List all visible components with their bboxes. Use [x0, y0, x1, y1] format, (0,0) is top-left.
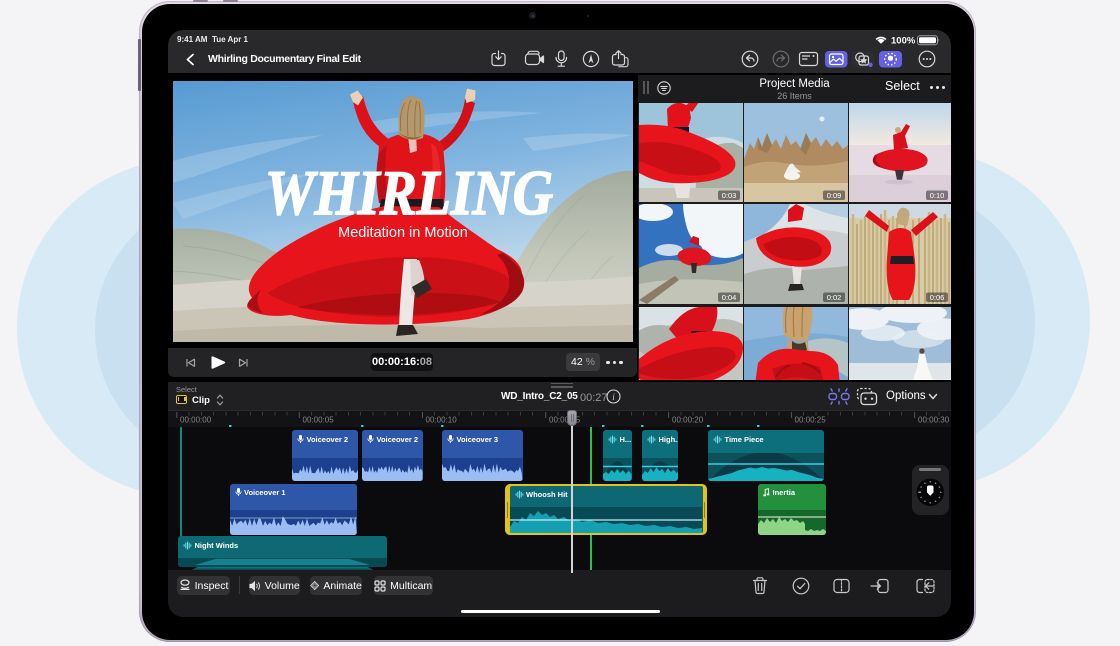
svg-text:0:03: 0:03 — [722, 191, 737, 200]
svg-text:0:09: 0:09 — [827, 191, 842, 200]
svg-text:00:00:20: 00:00:20 — [672, 416, 704, 425]
svg-text:0:04: 0:04 — [722, 293, 737, 302]
svg-text:0:10: 0:10 — [930, 191, 945, 200]
svg-text:00:00:25: 00:00:25 — [795, 416, 827, 425]
svg-text:i: i — [612, 392, 615, 402]
svg-text:Meditation in Motion: Meditation in Motion — [338, 225, 468, 241]
svg-text:0:06: 0:06 — [930, 293, 945, 302]
svg-text:00:00:30: 00:00:30 — [918, 416, 950, 425]
svg-text:100%: 100% — [891, 35, 916, 46]
svg-text:WHIRLING: WHIRLING — [265, 157, 553, 228]
svg-text:00:00:00: 00:00:00 — [180, 416, 212, 425]
svg-text:00:00:10: 00:00:10 — [426, 416, 458, 425]
svg-text:00:00:05: 00:00:05 — [303, 416, 335, 425]
svg-text:0:02: 0:02 — [827, 293, 842, 302]
